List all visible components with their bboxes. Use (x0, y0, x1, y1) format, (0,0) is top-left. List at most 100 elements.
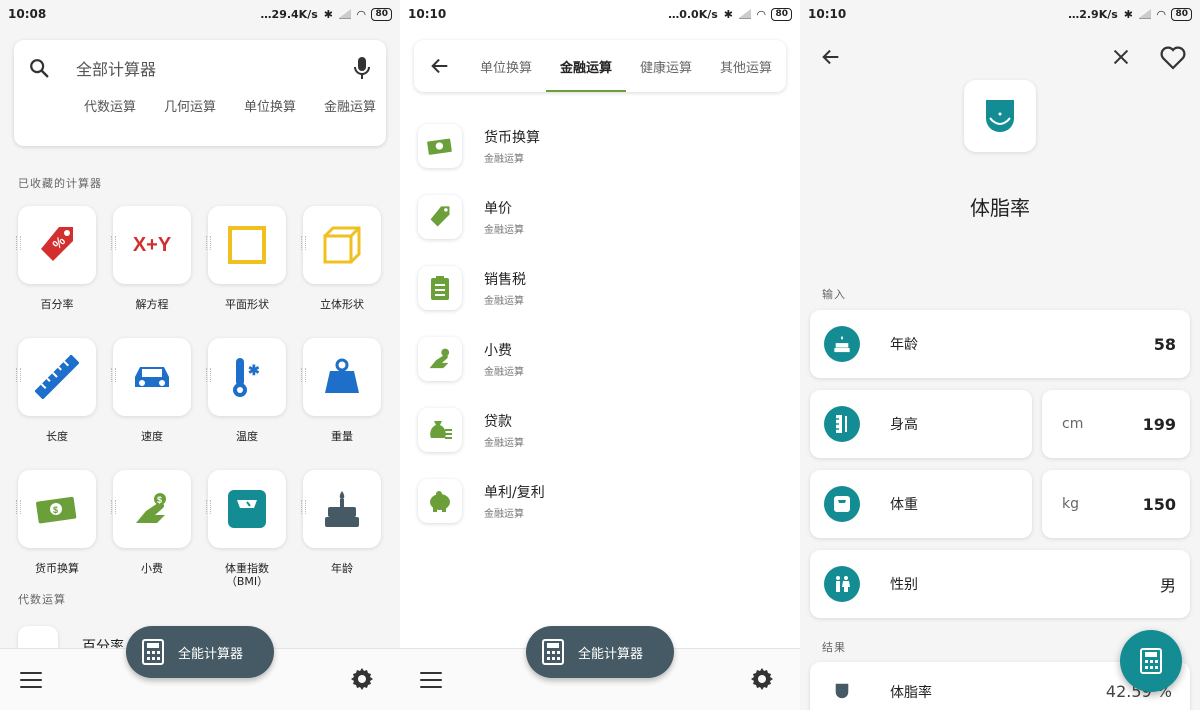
back-arrow-icon[interactable] (820, 46, 842, 68)
cake-icon (834, 335, 850, 353)
tile-tip[interactable]: $ 小费 (111, 470, 191, 588)
calculator-icon (542, 639, 564, 665)
search-icon[interactable] (28, 57, 50, 79)
category-chips: 代数运算 几何运算 单位换算 金融运算 (14, 96, 386, 115)
tile-weight[interactable]: 重量 (301, 338, 381, 456)
wifi-icon: ◠ (757, 7, 766, 21)
top-bar (800, 40, 1200, 76)
svg-text:$: $ (53, 505, 58, 515)
height-field[interactable]: 身高 (810, 390, 1032, 458)
status-time: 10:10 (808, 7, 847, 21)
scale-icon (228, 490, 266, 528)
body-fat-screen: 10:10 …2.9K/s ✱ ◠ 80 体脂率 输入 年龄 58 身高 cm … (800, 0, 1200, 710)
algebra-heading: 代数运算 (18, 593, 66, 606)
chip-geometry[interactable]: 几何运算 (164, 96, 216, 115)
cake-icon (325, 491, 359, 527)
field-label: 性别 (890, 577, 918, 593)
tile-label: 重量 (331, 430, 353, 443)
microphone-icon[interactable] (352, 56, 372, 80)
status-bar: 10:08 …29.4K/s ✱ ◠ 80 (0, 0, 400, 28)
signal-icon (739, 8, 751, 19)
home-screen: 10:08 …29.4K/s ✱ ◠ 80 全部计算器 代数运算 几何运算 单位… (0, 0, 400, 710)
body-fat-icon (964, 80, 1036, 152)
tile-plane-shape[interactable]: 平面形状 (206, 206, 286, 324)
square-icon (228, 226, 266, 264)
tile-solid-shape[interactable]: 立体形状 (301, 206, 381, 324)
tab-other[interactable]: 其他运算 (706, 40, 786, 92)
tab-units[interactable]: 单位换算 (466, 40, 546, 92)
tile-length[interactable]: 长度 (16, 338, 96, 456)
field-value[interactable]: 199 (1143, 415, 1176, 434)
signal-icon (339, 8, 351, 19)
piggy-bank-icon (430, 490, 450, 512)
fab-label: 全能计算器 (178, 646, 244, 662)
field-value[interactable]: 58 (1154, 335, 1176, 354)
car-icon (135, 367, 169, 387)
weight-field[interactable]: 体重 (810, 470, 1032, 538)
age-field[interactable]: 年龄 58 (810, 310, 1190, 378)
height-ruler-icon (836, 415, 847, 433)
menu-icon[interactable] (420, 672, 442, 693)
height-value-field[interactable]: cm 199 (1042, 390, 1190, 458)
status-bar: 10:10 …0.0K/s ✱ ◠ 80 (400, 0, 800, 28)
chip-finance[interactable]: 金融运算 (324, 96, 376, 115)
tile-bmi[interactable]: 体重指数（BMI） (206, 470, 286, 588)
unit-selector[interactable]: kg (1062, 496, 1079, 512)
status-bar: 10:10 …2.9K/s ✱ ◠ 80 (800, 0, 1200, 28)
item-title: 贷款 (484, 413, 512, 430)
tile-currency[interactable]: $ 货币换算 (16, 470, 96, 588)
chip-algebra[interactable]: 代数运算 (84, 96, 136, 115)
list-item-currency[interactable]: 货币换算 金融运算 (418, 110, 545, 181)
weight-value-field[interactable]: kg 150 (1042, 470, 1190, 538)
gender-field[interactable]: 性别 男 (810, 550, 1190, 618)
item-title: 单价 (484, 200, 512, 217)
field-value[interactable]: 150 (1143, 495, 1176, 514)
tile-percentage[interactable]: % 百分率 (16, 206, 96, 324)
signal-icon (1139, 8, 1151, 19)
back-button[interactable] (414, 55, 466, 77)
back-arrow-icon (431, 58, 448, 74)
thermometer-icon: ✱ (233, 358, 260, 397)
item-subtitle: 金融运算 (484, 153, 524, 165)
item-title: 小费 (484, 342, 512, 359)
calculator-button[interactable] (1120, 630, 1182, 692)
search-input[interactable]: 全部计算器 (76, 56, 352, 80)
scale-icon (834, 496, 850, 512)
chip-units[interactable]: 单位换算 (244, 96, 296, 115)
finance-list-screen: 10:10 …0.0K/s ✱ ◠ 80 单位换算 金融运算 健康运算 其他运算… (400, 0, 800, 710)
list-item-tip[interactable]: 小费 金融运算 (418, 323, 545, 394)
calculator-icon (1140, 648, 1162, 674)
list-item-sales-tax[interactable]: 销售税 金融运算 (418, 252, 545, 323)
list-item-unit-price[interactable]: 单价 金融运算 (418, 181, 545, 252)
tile-label: 货币换算 (35, 562, 79, 575)
close-icon[interactable] (1110, 46, 1132, 68)
all-calculator-button[interactable]: 全能计算器 (126, 626, 274, 678)
menu-icon[interactable] (20, 672, 42, 693)
gear-icon[interactable] (350, 667, 374, 691)
list-item-interest[interactable]: 单利/复利 金融运算 (418, 465, 545, 536)
item-subtitle: 金融运算 (484, 437, 524, 449)
page-title: 体脂率 (970, 196, 1030, 220)
bluetooth-icon: ✱ (723, 7, 733, 21)
tab-health[interactable]: 健康运算 (626, 40, 706, 92)
item-subtitle: 金融运算 (484, 224, 524, 236)
tile-temperature[interactable]: ✱ 温度 (206, 338, 286, 456)
wifi-icon: ◠ (1157, 7, 1166, 21)
gear-icon[interactable] (750, 667, 774, 691)
all-calculator-button[interactable]: 全能计算器 (526, 626, 674, 678)
tile-equation[interactable]: X+Y 解方程 (111, 206, 191, 324)
battery-icon: 80 (371, 7, 392, 21)
unit-selector[interactable]: cm (1062, 416, 1083, 432)
weight-icon (325, 358, 359, 393)
heart-icon[interactable] (1160, 46, 1186, 70)
tile-age[interactable]: 年龄 (301, 470, 381, 588)
field-label: 身高 (890, 417, 918, 433)
field-value[interactable]: 男 (1160, 572, 1176, 596)
list-item-loan[interactable]: 贷款 金融运算 (418, 394, 545, 465)
item-title: 货币换算 (484, 129, 540, 146)
network-speed: …0.0K/s (668, 7, 718, 21)
price-tag-icon (430, 205, 450, 226)
tile-speed[interactable]: 速度 (111, 338, 191, 456)
item-subtitle: 金融运算 (484, 366, 524, 378)
tab-finance[interactable]: 金融运算 (545, 40, 626, 92)
